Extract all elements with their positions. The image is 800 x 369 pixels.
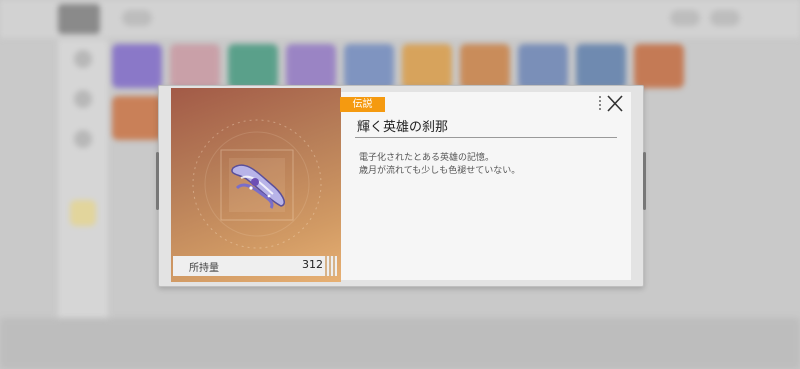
title-divider (355, 137, 617, 138)
quantity-bar: 所持量 312 (173, 256, 337, 276)
quantity-value: 312 (302, 258, 323, 271)
background-tile (518, 44, 568, 88)
item-artwork: 所持量 312 (171, 88, 341, 282)
item-artwork-graphic (192, 119, 322, 249)
background-sidebar (58, 40, 108, 330)
background-sidebar-dot (74, 50, 92, 68)
background-tile (286, 44, 336, 88)
background-sidebar-highlight (70, 200, 96, 226)
background-tile (344, 44, 394, 88)
background-bottom-bar (0, 318, 800, 369)
background-tile (170, 44, 220, 88)
background-pill (670, 10, 700, 26)
item-description: 電子化されたとある英雄の記憶。 歳月が流れても少しも色褪せていない。 (359, 152, 520, 178)
dialog-right-handle (643, 152, 646, 210)
background-logo (58, 4, 100, 34)
dialog-left-handle (156, 152, 159, 210)
quantity-decoration (325, 256, 337, 276)
item-description-line: 歳月が流れても少しも色褪せていない。 (359, 166, 521, 176)
background-topbar (0, 0, 800, 38)
background-tile (112, 44, 162, 88)
rarity-badge: 伝説 (340, 97, 385, 112)
background-tile (228, 44, 278, 88)
background-tile (460, 44, 510, 88)
background-tile (112, 96, 162, 140)
quantity-label: 所持量 (189, 263, 219, 274)
item-name: 輝く英雄の刹那 (357, 120, 449, 135)
item-detail-dialog: 所持量 312 伝説 輝く英雄の刹那 電子化されたとある英雄の記憶。 歳月が流れ… (156, 85, 646, 287)
item-description-line: 電子化されたとある英雄の記憶。 (359, 153, 495, 163)
background-tile (402, 44, 452, 88)
background-sidebar-dot (74, 130, 92, 148)
background-pill (710, 10, 740, 26)
background-tile (576, 44, 626, 88)
close-icon (607, 95, 623, 112)
background-tile (634, 44, 684, 88)
background-pill (122, 10, 152, 26)
close-button[interactable] (599, 94, 627, 114)
background-sidebar-dot (74, 90, 92, 108)
